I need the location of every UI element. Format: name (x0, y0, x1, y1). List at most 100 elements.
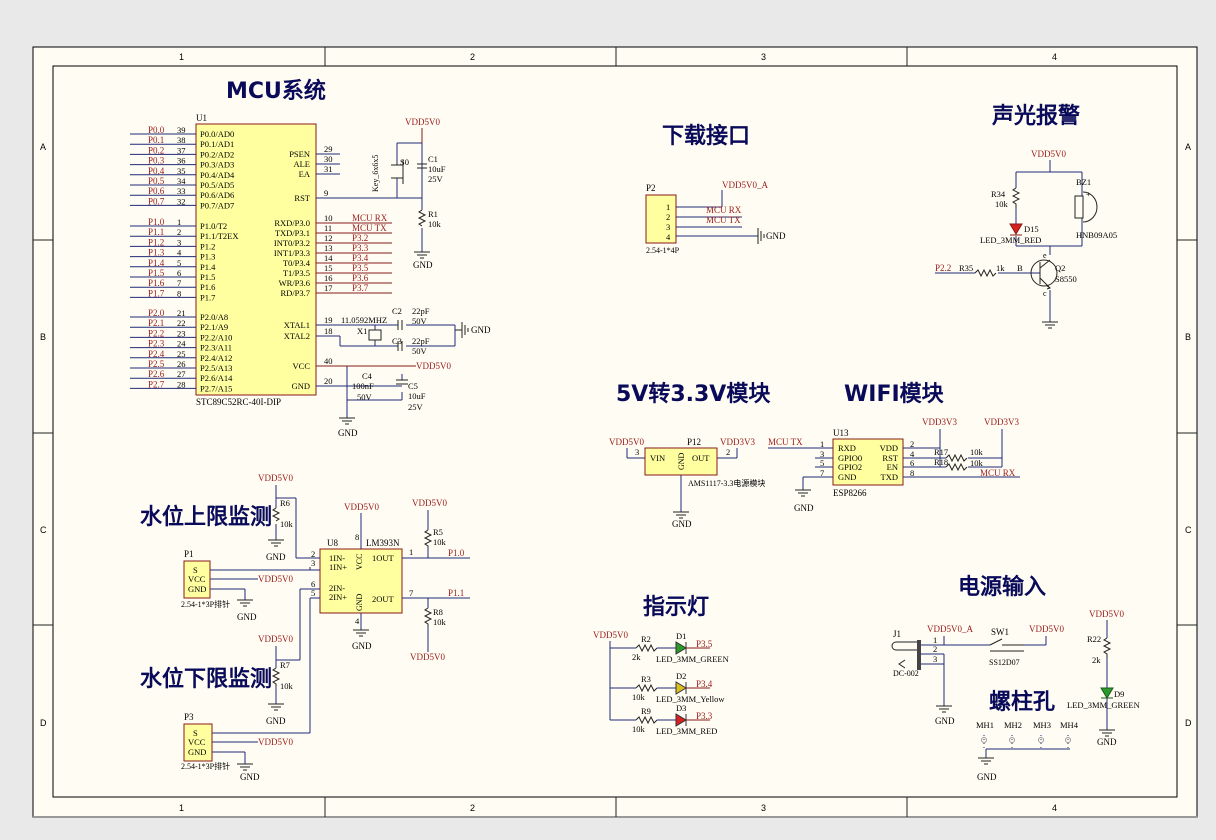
title-lower: 水位下限监测 (140, 666, 272, 692)
r7-val: 10k (280, 681, 294, 691)
mcu-left-num-19: 24 (177, 339, 186, 349)
p1-gnd-label: GND (237, 612, 257, 622)
mcu-left-name-0: P0.0/AD0 (200, 129, 234, 139)
mcu-left-net-7: P0.7 (148, 196, 165, 206)
mcu-left-num-20: 25 (177, 349, 186, 359)
p3-vcc: VCC (188, 737, 206, 747)
mcu-left-net-12: P1.4 (148, 258, 165, 268)
mcu-right-net-10: P3.6 (352, 273, 369, 283)
mcu-right-net-5: MCU TX (352, 223, 387, 233)
mcu-left-name-10: P1.2 (200, 241, 215, 251)
zone-col-top-2: 3 (761, 52, 766, 62)
schematic-drawing: 11223344A AB BC CD D MCU系统 下载接口 声光报警 5V转3.3V… (32, 46, 1198, 818)
p2-pin-2: 2 (666, 212, 670, 222)
mcu-left-num-4: 35 (177, 166, 186, 176)
mcu-right-num-4: 10 (324, 213, 333, 223)
alarm-vdd: VDD5V0 (1031, 149, 1066, 159)
mcu-left-net-2: P0.2 (148, 145, 164, 155)
led-part-0: LED_3MM_GREEN (656, 654, 729, 664)
r18-ref: R18 (934, 457, 948, 467)
mcu-left-name-5: P0.5/AD5 (200, 180, 234, 190)
led-res-ref-1: R3 (641, 674, 651, 684)
mcu-left-net-5: P0.5 (148, 176, 165, 186)
p1-ref: P1 (184, 549, 194, 559)
title-download: 下载接口 (662, 123, 750, 149)
p3-vdd: VDD5V0 (258, 737, 293, 747)
mcu-left-num-16: 21 (177, 308, 186, 318)
out2-net: P1.1 (448, 588, 464, 598)
zone-row-left-2: C (40, 525, 47, 535)
u8-2in-plus: 2IN+ (329, 592, 347, 602)
mcu-left-name-22: P2.6/A14 (200, 373, 233, 383)
d15-ref: D15 (1024, 224, 1039, 234)
zone-row-right-2: C (1185, 525, 1192, 535)
hole-label-2: MH3 (1033, 720, 1051, 730)
r8-vdd: VDD5V0 (410, 652, 445, 662)
zone-row-left-0: A (40, 142, 46, 152)
alarm-net: P2.2 (935, 263, 951, 273)
led-ref-0: D1 (676, 631, 686, 641)
mcu-left-net-22: P2.6 (148, 369, 165, 379)
crystal-gnd: GND (471, 325, 491, 335)
power-gnd2: GND (1097, 737, 1117, 747)
mcu-right-num-15: 20 (324, 376, 333, 386)
zone-col-bottom-3: 4 (1052, 803, 1057, 813)
mcu-left-name-17: P2.1/A9 (200, 322, 228, 332)
r1-ref: R1 (428, 209, 438, 219)
led-res-ref-0: R2 (641, 634, 651, 644)
mcu-right-num-12: 19 (324, 315, 333, 325)
r7-vdd: VDD5V0 (258, 634, 293, 644)
led-res-val-2: 10k (632, 724, 646, 734)
mcu-left-name-13: P1.5 (200, 272, 215, 282)
zone-row-left-1: B (40, 332, 46, 342)
u8-1in-plus: 1IN+ (329, 562, 347, 572)
r6-gnd: GND (266, 552, 286, 562)
r1-val: 10k (428, 219, 442, 229)
mcu-vcc-net: VDD5V0 (416, 361, 451, 371)
d9-part: LED_3MM_GREEN (1067, 700, 1140, 710)
mcu-left-num-9: 2 (177, 227, 181, 237)
title-wifi: WIFI模块 (844, 382, 945, 407)
mcu-left-num-5: 34 (177, 176, 186, 186)
reg-gnd: GND (672, 519, 692, 529)
mcu-left-name-19: P2.3/A11 (200, 343, 232, 353)
mcu-left-name-6: P0.6/AD6 (200, 190, 234, 200)
wifi-right-name-3: TXD (881, 472, 898, 482)
mcu-left-name-20: P2.4/A12 (200, 353, 232, 363)
mcu-left-name-4: P0.4/AD4 (200, 170, 235, 180)
r6-val: 10k (280, 519, 294, 529)
mcu-left-num-7: 32 (177, 196, 186, 206)
p1-vcc: VCC (188, 574, 206, 584)
reg-pin-out: 2 (726, 447, 730, 457)
p2-ref: P2 (646, 183, 656, 193)
mcu-right-num-5: 11 (324, 223, 332, 233)
mcu-left-num-18: 23 (177, 328, 186, 338)
mcu-left-num-23: 28 (177, 379, 186, 389)
download-connector (645, 194, 677, 244)
mcu-left-name-15: P1.7 (200, 292, 215, 302)
p3-ref: P3 (184, 712, 194, 722)
r5-ref: R5 (433, 527, 443, 537)
mcu-right-name-7: INT1/P3.3 (274, 248, 310, 258)
mcu-gnd-1: GND (413, 260, 433, 270)
led-ref-1: D2 (676, 671, 686, 681)
mcu-left-net-14: P1.6 (148, 278, 165, 288)
led-net-0: P3.5 (696, 639, 713, 649)
led-res-val-1: 10k (632, 692, 646, 702)
mcu-left-name-16: P2.0/A8 (200, 312, 228, 322)
mcu-left-num-1: 38 (177, 135, 186, 145)
r18-val: 10k (970, 458, 984, 468)
zone-row-right-1: B (1185, 332, 1191, 342)
reg-part: AMS1117-3.3电源模块 (688, 478, 765, 488)
c2-ref: C2 (392, 306, 402, 316)
mcu-right-name-0: PSEN (289, 149, 310, 159)
led-part-2: LED_3MM_RED (656, 726, 717, 736)
reg-pin-in: 3 (635, 447, 639, 457)
p1-part: 2.54-1*3P排针 (181, 599, 230, 609)
led-res-val-0: 2k (632, 652, 641, 662)
mcu-right-net-11: P3.7 (352, 283, 369, 293)
mcu-right-num-13: 18 (324, 326, 333, 336)
mcu-left-name-18: P2.2/A10 (200, 332, 232, 342)
mcu-left-net-15: P1.7 (148, 288, 165, 298)
mcu-right-name-13: XTAL2 (284, 331, 310, 341)
